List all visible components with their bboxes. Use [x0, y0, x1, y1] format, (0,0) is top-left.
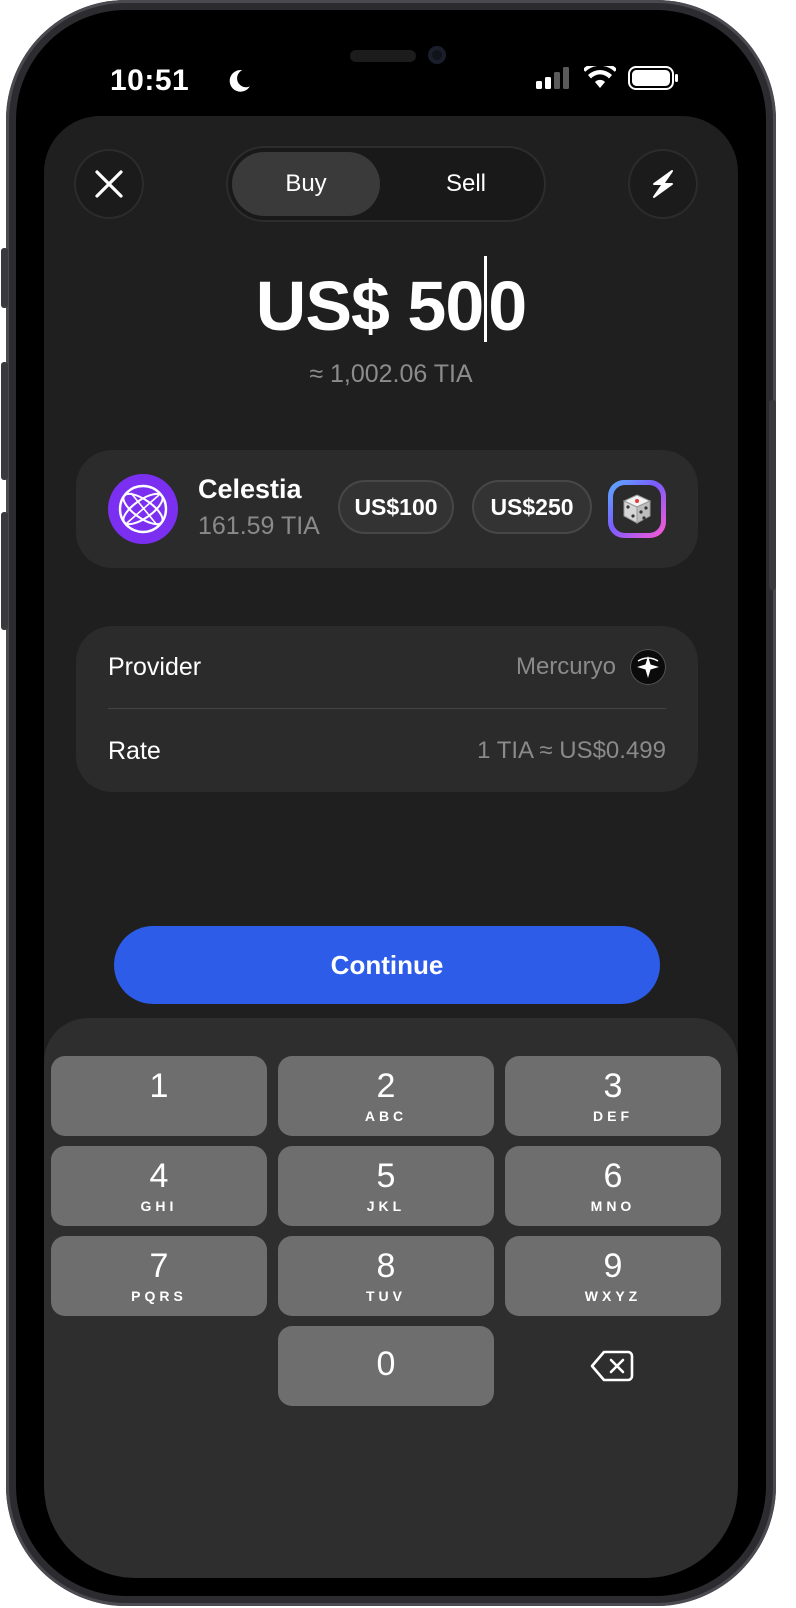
backspace-icon	[590, 1350, 634, 1382]
continue-button[interactable]: Continue	[114, 926, 660, 1004]
key-letters: TUV	[366, 1288, 406, 1304]
key-9[interactable]: 9 WXYZ	[505, 1236, 721, 1316]
amount-currency: US$	[255, 267, 390, 345]
buy-sheet: Buy Sell US$ 500 ≈ 1,002.06 TIA Celestia	[44, 116, 738, 1578]
provider-row[interactable]: Provider Mercuryo	[108, 626, 666, 708]
front-camera	[428, 46, 446, 64]
provider-value: Mercuryo	[516, 649, 666, 685]
moon-icon	[229, 70, 250, 92]
close-button[interactable]	[74, 149, 144, 219]
key-4[interactable]: 4 GHI	[51, 1146, 267, 1226]
key-8[interactable]: 8 TUV	[278, 1236, 494, 1316]
key-digit: 3	[603, 1067, 623, 1105]
lightning-icon	[653, 170, 673, 198]
key-0[interactable]: 0	[278, 1326, 494, 1406]
key-letters: DEF	[593, 1108, 633, 1124]
action-button	[1, 248, 8, 308]
celestia-logo-icon	[108, 474, 178, 544]
mercuryo-logo-icon	[630, 649, 666, 685]
buy-sell-toggle: Buy Sell	[226, 146, 546, 222]
key-1[interactable]: 1	[51, 1056, 267, 1136]
amount-display[interactable]: US$ 500	[44, 256, 738, 346]
key-digit: 5	[376, 1157, 396, 1195]
crypto-equivalent: ≈ 1,002.06 TIA	[309, 360, 473, 388]
preset-250-button[interactable]: US$250	[472, 480, 592, 534]
key-digit: 2	[376, 1067, 396, 1105]
provider-label: Provider	[108, 652, 202, 681]
battery-icon	[628, 66, 678, 90]
key-digit: 1	[149, 1067, 169, 1105]
key-7[interactable]: 7 PQRS	[51, 1236, 267, 1316]
rate-value: 1 TIA ≈ US$0.499	[477, 737, 666, 764]
quick-buy-button[interactable]	[628, 149, 698, 219]
key-digit: 0	[376, 1345, 396, 1383]
provider-name: Mercuryo	[515, 653, 616, 680]
key-digit: 4	[149, 1157, 169, 1195]
backspace-button[interactable]	[504, 1326, 720, 1406]
dynamic-island	[350, 50, 416, 62]
key-6[interactable]: 6 MNO	[505, 1146, 721, 1226]
rate-row: Rate 1 TIA ≈ US$0.499	[108, 710, 666, 792]
asset-balance: 161.59 TIA	[198, 512, 320, 540]
volume-up-button	[1, 362, 8, 480]
signal-icon	[536, 67, 569, 89]
tab-sell[interactable]: Sell	[392, 152, 540, 216]
power-button	[769, 400, 776, 590]
key-letters: GHI	[140, 1198, 178, 1214]
asset-name: Celestia	[198, 474, 302, 504]
preset-100-button[interactable]: US$100	[338, 480, 454, 534]
amount-value-before: 50	[407, 267, 484, 345]
key-3[interactable]: 3 DEF	[505, 1056, 721, 1136]
key-5[interactable]: 5 JKL	[278, 1146, 494, 1226]
random-amount-button[interactable]	[608, 480, 666, 538]
key-letters: WXYZ	[584, 1288, 642, 1304]
numeric-keypad: 1 2 ABC 3 DEF 4 GHI 5 JKL 6 MNO 7 PQRS 8…	[44, 1018, 738, 1578]
status-icons	[536, 66, 680, 90]
amount-value-after: 0	[488, 267, 527, 345]
key-letters: ABC	[364, 1108, 408, 1124]
key-letters: PQRS	[131, 1288, 187, 1304]
dice-icon	[622, 494, 652, 524]
status-bar: 10:51	[36, 28, 746, 108]
wifi-icon	[584, 66, 616, 88]
asset-card[interactable]: Celestia 161.59 TIA US$100 US$250	[76, 450, 698, 568]
rate-label: Rate	[108, 736, 161, 765]
key-digit: 6	[603, 1157, 623, 1195]
text-cursor	[484, 256, 488, 342]
key-2[interactable]: 2 ABC	[278, 1056, 494, 1136]
close-icon	[95, 170, 123, 198]
key-digit: 8	[376, 1247, 396, 1285]
screen: 10:51 Buy Sell US$ 500 ≈ 1,002.06 TIA Ce…	[36, 28, 746, 1578]
divider	[108, 708, 666, 709]
quote-details-card: Provider Mercuryo Rate 1 TIA ≈ US$0.499	[76, 626, 698, 792]
key-digit: 9	[603, 1247, 623, 1285]
key-letters: JKL	[366, 1198, 406, 1214]
key-digit: 7	[149, 1247, 169, 1285]
dice-container	[613, 485, 661, 533]
tab-buy[interactable]: Buy	[232, 152, 380, 216]
volume-down-button	[1, 512, 8, 630]
key-letters: MNO	[590, 1198, 636, 1214]
status-time: 10:51	[110, 64, 190, 97]
